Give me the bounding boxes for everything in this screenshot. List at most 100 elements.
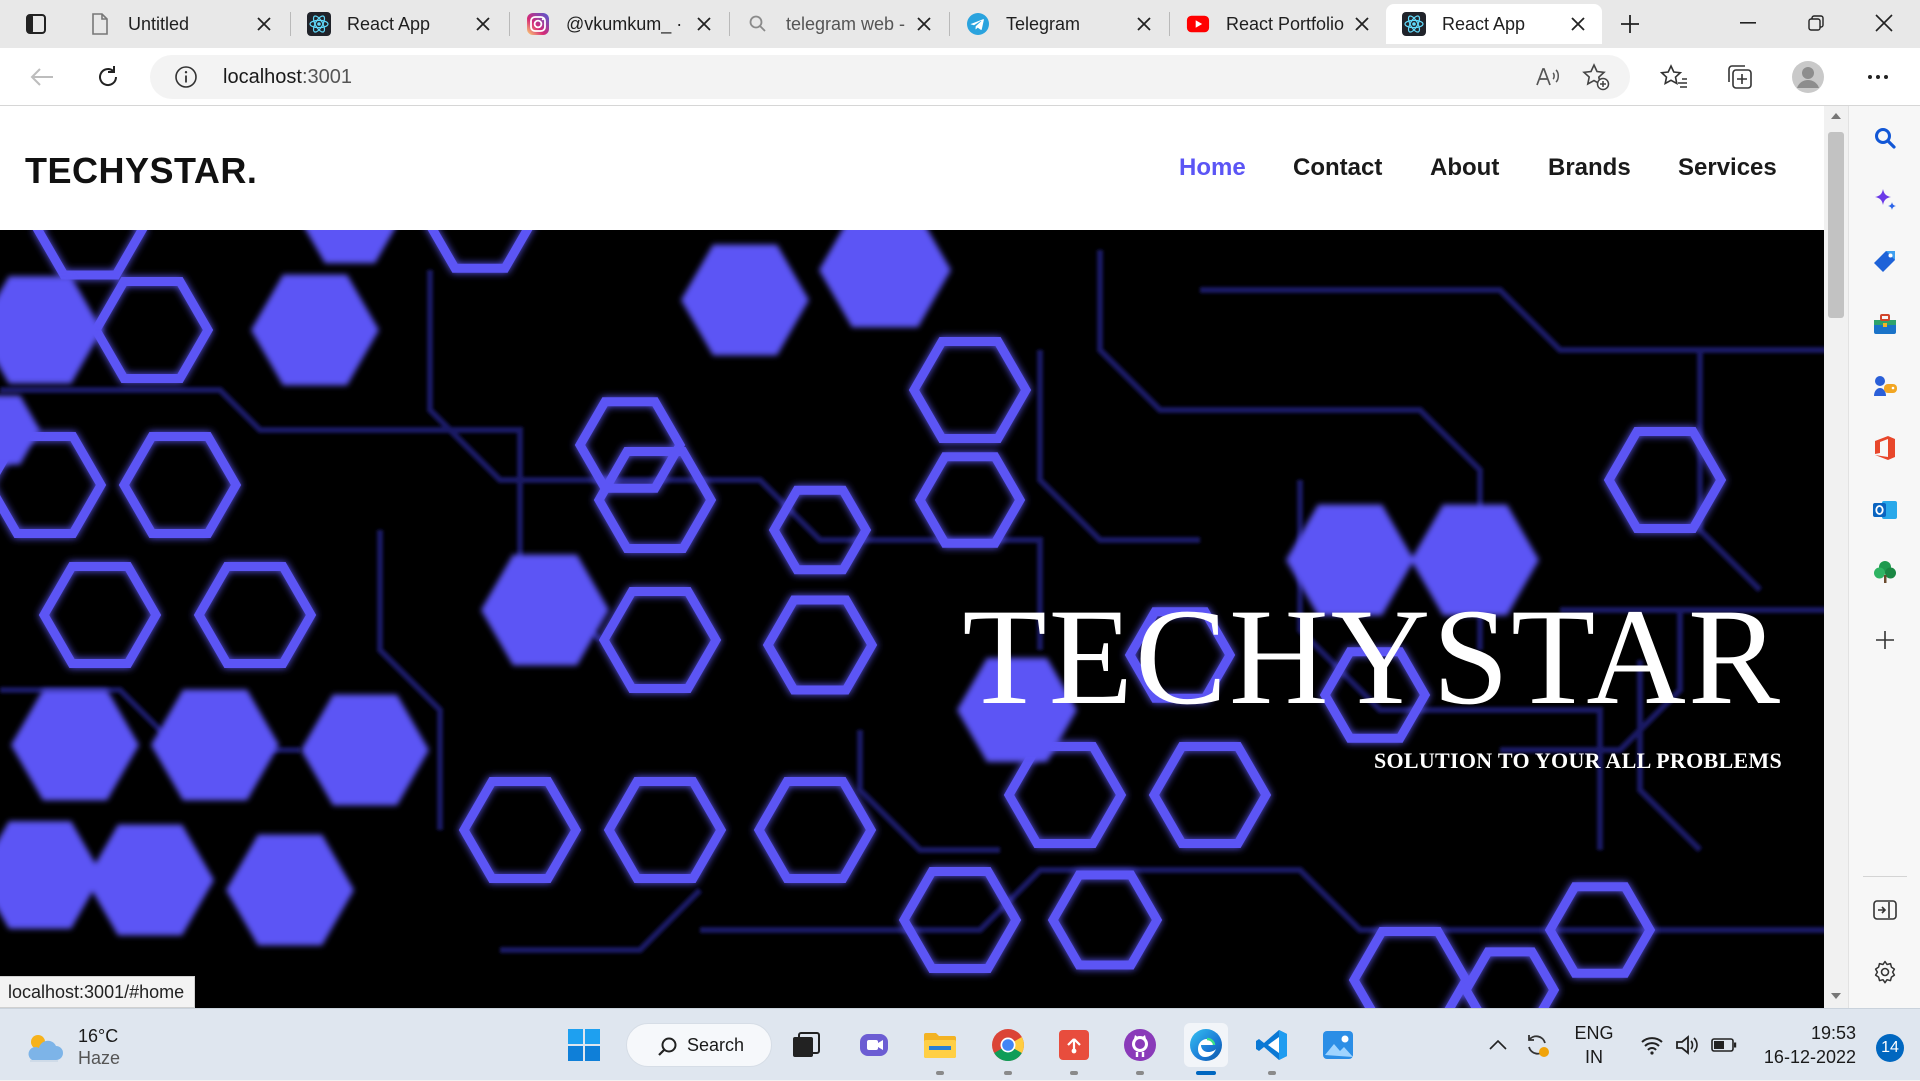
wifi-status[interactable] (1634, 1009, 1670, 1081)
sidebar-shopping-button[interactable] (1865, 242, 1905, 282)
wifi-icon (1640, 1035, 1664, 1055)
arrow-left-icon (30, 67, 54, 87)
browser-tab[interactable]: Telegram (950, 4, 1168, 44)
battery-status[interactable] (1706, 1009, 1742, 1081)
close-icon[interactable] (252, 12, 276, 36)
nav-link-services[interactable]: Services (1678, 154, 1777, 182)
collections-button[interactable] (1720, 57, 1760, 97)
weather-condition: Haze (78, 1048, 121, 1068)
teams-chat-button[interactable] (852, 1023, 896, 1067)
close-icon[interactable] (912, 12, 936, 36)
file-explorer-button[interactable] (918, 1023, 962, 1075)
browser-tab[interactable]: Untitled (72, 4, 288, 44)
chrome-button[interactable] (986, 1023, 1030, 1075)
edge-button[interactable] (1184, 1023, 1228, 1075)
toolbox-icon (1872, 312, 1898, 336)
sidebar-search-button[interactable] (1865, 118, 1905, 158)
running-indicator (936, 1071, 944, 1075)
close-icon[interactable] (1566, 12, 1590, 36)
browser-tab[interactable]: React App (291, 4, 507, 44)
page-scrollbar[interactable] (1824, 106, 1848, 1008)
running-indicator (1196, 1071, 1216, 1075)
edge-sidebar (1848, 106, 1920, 1008)
folder-icon (923, 1030, 957, 1060)
url-text[interactable]: localhost:3001 (223, 66, 352, 89)
scrollbar-thumb[interactable] (1828, 132, 1844, 318)
scroll-down-icon[interactable] (1830, 990, 1842, 1002)
close-window-button[interactable] (1852, 0, 1916, 46)
site-logo[interactable]: TECHYSTAR. (25, 150, 257, 192)
outlook-icon (1872, 498, 1898, 522)
task-view-button[interactable] (784, 1023, 828, 1067)
settings-menu-button[interactable] (1858, 57, 1898, 97)
close-icon[interactable] (692, 12, 716, 36)
language-indicator[interactable]: ENG IN (1564, 1009, 1624, 1081)
nav-link-home[interactable]: Home (1179, 154, 1246, 182)
sidebar-add-button[interactable] (1865, 620, 1905, 660)
weather-widget[interactable]: 16°C Haze (24, 1025, 120, 1069)
browser-tab[interactable]: React Portfolio (1170, 4, 1386, 44)
close-icon[interactable] (471, 12, 495, 36)
tab-strip: Untitled React App @vkumkum_ · telegram … (0, 0, 1920, 48)
tab-actions-button[interactable] (10, 6, 62, 42)
hero-title: TECHYSTAR (962, 580, 1782, 733)
close-icon (1875, 14, 1893, 32)
sidebar-settings-button[interactable] (1865, 952, 1905, 992)
show-hidden-icons-button[interactable] (1480, 1009, 1516, 1081)
status-bar-url: localhost:3001/#home (0, 976, 196, 1008)
read-aloud-button[interactable] (1528, 57, 1568, 97)
nav-link-about[interactable]: About (1430, 154, 1499, 182)
sidebar-tools-button[interactable] (1865, 304, 1905, 344)
github-desktop-button[interactable] (1118, 1023, 1162, 1075)
hero-section: TECHYSTAR SOLUTION TO YOUR ALL PROBLEMS (0, 230, 1824, 1008)
browser-tab-active[interactable]: React App (1386, 4, 1602, 44)
new-tab-button[interactable] (1612, 8, 1648, 40)
sidebar-games-button[interactable] (1865, 366, 1905, 406)
tab-title: telegram web - (786, 13, 906, 34)
site-info-icon[interactable] (174, 65, 198, 89)
address-bar[interactable]: localhost:3001 (150, 55, 1630, 99)
windows-icon (567, 1028, 601, 1062)
browser-tab[interactable]: telegram web - (730, 4, 948, 44)
tab-title: React Portfolio (1226, 13, 1344, 34)
taskbar-search[interactable]: Search (626, 1023, 772, 1067)
photos-icon (1321, 1028, 1355, 1062)
profile-button[interactable] (1788, 57, 1828, 97)
notification-badge[interactable]: 14 (1876, 1034, 1904, 1062)
back-button[interactable] (22, 57, 62, 97)
shopping-tag-icon (1872, 249, 1898, 275)
close-icon[interactable] (1350, 12, 1374, 36)
git-app-button[interactable] (1052, 1023, 1096, 1075)
start-button[interactable] (562, 1023, 606, 1067)
url-path: :3001 (301, 66, 352, 88)
sidebar-drop-button[interactable] (1865, 552, 1905, 592)
sidebar-outlook-button[interactable] (1865, 490, 1905, 530)
sync-icon (1523, 1031, 1551, 1059)
running-indicator (1136, 1071, 1144, 1075)
clock[interactable]: 19:53 16-12-2022 (1756, 1009, 1856, 1081)
scroll-up-icon[interactable] (1830, 110, 1842, 122)
taskbar: 16°C Haze Search ENG IN 19:53 16-12-2022… (0, 1008, 1920, 1080)
volume-status[interactable] (1670, 1009, 1706, 1081)
read-aloud-icon (1535, 65, 1561, 89)
onedrive-sync-button[interactable] (1518, 1009, 1556, 1081)
sidebar-office-button[interactable] (1865, 428, 1905, 468)
nav-link-brands[interactable]: Brands (1548, 154, 1631, 182)
favorites-button[interactable] (1654, 57, 1694, 97)
photos-button[interactable] (1316, 1023, 1360, 1067)
add-favorite-button[interactable] (1576, 57, 1616, 97)
sidebar-discover-button[interactable] (1865, 180, 1905, 220)
tab-actions-icon (25, 13, 47, 35)
restore-button[interactable] (1784, 0, 1848, 46)
vscode-button[interactable] (1250, 1023, 1294, 1075)
close-icon[interactable] (1132, 12, 1156, 36)
reload-button[interactable] (88, 57, 128, 97)
minimize-icon (1740, 22, 1756, 24)
star-add-icon (1582, 63, 1610, 91)
browser-tab[interactable]: @vkumkum_ · (510, 4, 728, 44)
more-icon (1867, 74, 1889, 80)
weather-text: 16°C Haze (78, 1025, 120, 1069)
hide-sidebar-button[interactable] (1865, 890, 1905, 930)
nav-link-contact[interactable]: Contact (1293, 154, 1382, 182)
minimize-button[interactable] (1716, 0, 1780, 46)
